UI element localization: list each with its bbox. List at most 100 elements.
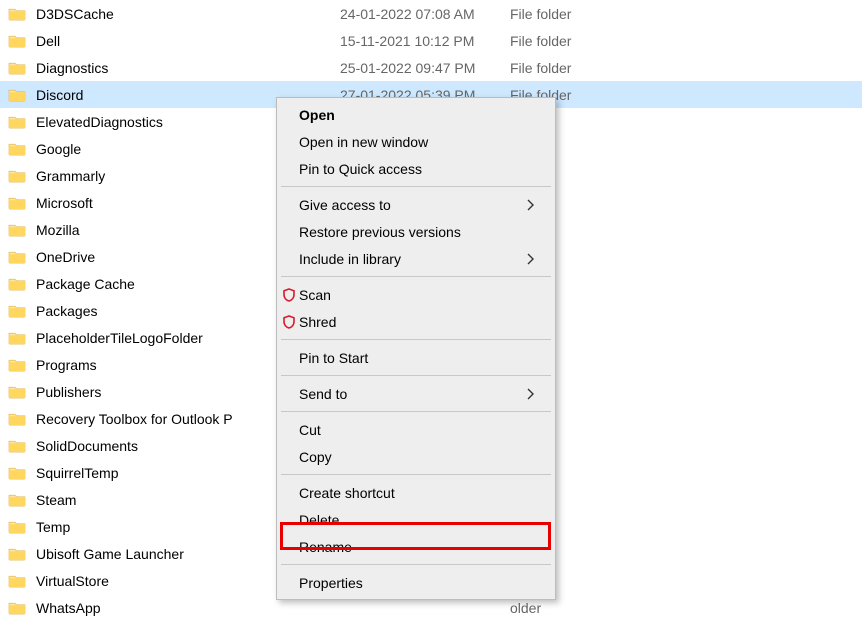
file-name: Temp: [36, 519, 70, 535]
folder-icon: [8, 34, 26, 48]
file-name: Package Cache: [36, 276, 135, 292]
menu-item-label: Give access to: [299, 197, 527, 213]
file-row[interactable]: D3DSCache 24-01-2022 07:08 AMFile folder: [0, 0, 862, 27]
folder-icon: [8, 520, 26, 534]
folder-icon: [8, 277, 26, 291]
menu-item-label: Open: [299, 107, 535, 123]
menu-item-label: Rename: [299, 539, 535, 555]
file-name: Microsoft: [36, 195, 93, 211]
menu-separator: [281, 375, 551, 376]
file-type: File folder: [510, 60, 640, 76]
file-name: Publishers: [36, 384, 101, 400]
menu-item-open[interactable]: Open: [279, 101, 553, 128]
menu-separator: [281, 276, 551, 277]
folder-icon: [8, 196, 26, 210]
menu-item-give-access-to[interactable]: Give access to: [279, 191, 553, 218]
folder-icon: [8, 142, 26, 156]
file-date: 15-11-2021 10:12 PM: [340, 33, 510, 49]
menu-item-include-in-library[interactable]: Include in library: [279, 245, 553, 272]
file-name: Ubisoft Game Launcher: [36, 546, 184, 562]
menu-item-restore-previous-versions[interactable]: Restore previous versions: [279, 218, 553, 245]
shield-icon: [282, 315, 296, 329]
folder-icon: [8, 7, 26, 21]
file-name: Recovery Toolbox for Outlook P: [36, 411, 233, 427]
menu-separator: [281, 474, 551, 475]
menu-item-label: Pin to Start: [299, 350, 535, 366]
menu-item-label: Restore previous versions: [299, 224, 535, 240]
file-name: Dell: [36, 33, 60, 49]
menu-item-pin-to-start[interactable]: Pin to Start: [279, 344, 553, 371]
menu-item-cut[interactable]: Cut: [279, 416, 553, 443]
menu-item-label: Cut: [299, 422, 535, 438]
menu-item-label: Send to: [299, 386, 527, 402]
file-name: WhatsApp: [36, 600, 101, 616]
folder-icon: [8, 574, 26, 588]
folder-icon: [8, 493, 26, 507]
file-row[interactable]: Diagnostics 25-01-2022 09:47 PMFile folde…: [0, 54, 862, 81]
folder-icon: [8, 358, 26, 372]
chevron-right-icon: [527, 388, 535, 400]
menu-item-shred[interactable]: Shred: [279, 308, 553, 335]
folder-icon: [8, 439, 26, 453]
menu-separator: [281, 339, 551, 340]
menu-item-label: Delete: [299, 512, 535, 528]
file-name: Mozilla: [36, 222, 80, 238]
menu-item-label: Shred: [299, 314, 535, 330]
chevron-right-icon: [527, 199, 535, 211]
folder-icon: [8, 115, 26, 129]
file-name: Programs: [36, 357, 97, 373]
file-name: VirtualStore: [36, 573, 109, 589]
file-type: File folder: [510, 33, 640, 49]
file-name: Diagnostics: [36, 60, 108, 76]
file-name: D3DSCache: [36, 6, 114, 22]
file-name: SquirrelTemp: [36, 465, 118, 481]
menu-item-label: Copy: [299, 449, 535, 465]
menu-item-label: Include in library: [299, 251, 527, 267]
folder-icon: [8, 61, 26, 75]
menu-item-scan[interactable]: Scan: [279, 281, 553, 308]
file-name: PlaceholderTileLogoFolder: [36, 330, 203, 346]
menu-item-rename[interactable]: Rename: [279, 533, 553, 560]
folder-icon: [8, 412, 26, 426]
file-name: SolidDocuments: [36, 438, 138, 454]
folder-icon: [8, 169, 26, 183]
menu-separator: [281, 186, 551, 187]
folder-icon: [8, 331, 26, 345]
menu-item-delete[interactable]: Delete: [279, 506, 553, 533]
file-row[interactable]: Dell 15-11-2021 10:12 PMFile folder: [0, 27, 862, 54]
file-type: File folder: [510, 6, 640, 22]
folder-icon: [8, 385, 26, 399]
file-name: Google: [36, 141, 81, 157]
chevron-right-icon: [527, 253, 535, 265]
folder-icon: [8, 304, 26, 318]
file-name: Steam: [36, 492, 76, 508]
file-name: Packages: [36, 303, 97, 319]
folder-icon: [8, 88, 26, 102]
file-date: 25-01-2022 09:47 PM: [340, 60, 510, 76]
file-name: Grammarly: [36, 168, 105, 184]
folder-icon: [8, 466, 26, 480]
file-name: OneDrive: [36, 249, 95, 265]
menu-item-copy[interactable]: Copy: [279, 443, 553, 470]
context-menu[interactable]: Open Open in new window Pin to Quick acces…: [276, 97, 556, 600]
menu-item-properties[interactable]: Properties: [279, 569, 553, 596]
menu-item-label: Properties: [299, 575, 535, 591]
menu-item-label: Create shortcut: [299, 485, 535, 501]
menu-separator: [281, 564, 551, 565]
shield-icon: [282, 288, 296, 302]
folder-icon: [8, 223, 26, 237]
file-name: ElevatedDiagnostics: [36, 114, 163, 130]
file-date: 24-01-2022 07:08 AM: [340, 6, 510, 22]
folder-icon: [8, 601, 26, 615]
file-name: Discord: [36, 87, 83, 103]
folder-icon: [8, 250, 26, 264]
file-type: older: [510, 600, 640, 616]
menu-item-label: Scan: [299, 287, 535, 303]
menu-item-pin-to-quick-access[interactable]: Pin to Quick access: [279, 155, 553, 182]
menu-item-label: Pin to Quick access: [299, 161, 535, 177]
menu-item-open-in-new-window[interactable]: Open in new window: [279, 128, 553, 155]
menu-item-label: Open in new window: [299, 134, 535, 150]
folder-icon: [8, 547, 26, 561]
menu-item-create-shortcut[interactable]: Create shortcut: [279, 479, 553, 506]
menu-item-send-to[interactable]: Send to: [279, 380, 553, 407]
